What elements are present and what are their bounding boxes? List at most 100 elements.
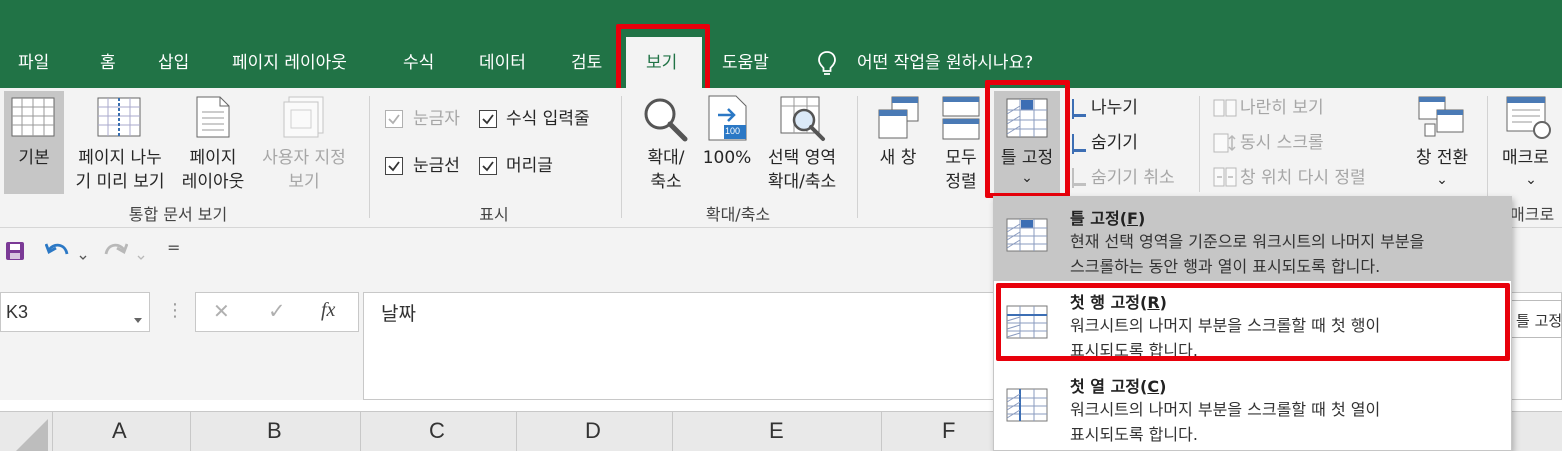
custom-views-label-1: 사용자 지정 <box>262 148 346 168</box>
custom-views-icon <box>283 96 325 142</box>
lightbulb-icon <box>817 50 837 82</box>
freeze-panes-menu-icon <box>1006 218 1048 256</box>
sync-scroll-label: 동시 스크롤 <box>1240 133 1324 153</box>
column-header-e[interactable]: E <box>769 418 784 444</box>
split-label[interactable]: 나누기 <box>1091 96 1138 120</box>
formula-bar-splitter-icon[interactable]: ⋮ <box>166 300 184 321</box>
undo-dropdown-icon[interactable] <box>79 246 87 265</box>
tab-home[interactable]: 홈 <box>100 50 116 76</box>
redo-icon <box>102 240 129 266</box>
confirm-entry-icon[interactable]: ✓ <box>268 299 286 323</box>
highlight-view-tab <box>616 24 710 96</box>
tell-me-search[interactable]: 어떤 작업을 원하시나요? <box>857 50 1033 76</box>
menu-item-title: 틀 고정(F) <box>1070 205 1145 229</box>
column-header-b[interactable]: B <box>267 418 282 444</box>
column-divider <box>881 411 882 451</box>
zoom-100-label: 100% <box>702 148 752 168</box>
zoom-selection-label-2: 확대/축소 <box>767 172 837 192</box>
reset-window-position-label: 창 위치 다시 정렬 <box>1240 168 1366 188</box>
column-divider <box>52 411 53 451</box>
reset-window-position-icon <box>1213 167 1237 191</box>
highlight-freeze-panes <box>985 80 1070 198</box>
group-separator <box>621 96 622 218</box>
tab-page-layout[interactable]: 페이지 레이아웃 <box>232 50 347 76</box>
page-layout-icon[interactable] <box>196 96 230 142</box>
tab-insert[interactable]: 삽입 <box>158 50 189 76</box>
side-by-side-label: 나란히 보기 <box>1240 98 1324 118</box>
undo-icon[interactable] <box>44 240 71 266</box>
group-label-workbook-views: 통합 문서 보기 <box>128 205 228 224</box>
column-header-a[interactable]: A <box>112 418 127 444</box>
select-all-corner[interactable] <box>0 411 52 451</box>
column-header-c[interactable]: C <box>429 418 445 444</box>
menu-item-desc: 현재 선택 영역을 기준으로 워크시트의 나머지 부분을 <box>1070 232 1425 251</box>
group-label-zoom: 확대/축소 <box>705 205 771 224</box>
arrange-all-icon[interactable] <box>942 96 980 144</box>
menu-item-title-text: 틀 고정( <box>1070 209 1128 228</box>
group-separator <box>1199 96 1200 192</box>
insert-function-icon[interactable]: fx <box>321 299 335 322</box>
tab-help[interactable]: 도움말 <box>722 50 769 76</box>
menu-item-desc: 워크시트의 나머지 부분을 스크롤할 때 첫 열이 <box>1070 400 1381 419</box>
group-label-show: 표시 <box>479 205 509 224</box>
magnifier-icon[interactable] <box>642 96 688 146</box>
column-header-d[interactable]: D <box>585 418 601 444</box>
tab-file[interactable]: 파일 <box>18 50 49 76</box>
tab-formulas[interactable]: 수식 <box>403 50 434 76</box>
unhide-label: 숨기기 취소 <box>1091 168 1175 188</box>
menu-item-title: 첫 열 고정(C) <box>1070 373 1166 397</box>
page-break-label-2: 기 미리 보기 <box>75 172 165 192</box>
column-divider <box>672 411 673 451</box>
customize-qat-icon[interactable]: = <box>167 238 180 257</box>
switch-windows-icon[interactable] <box>1418 96 1464 144</box>
new-window-icon[interactable] <box>878 96 920 144</box>
column-divider <box>190 411 191 451</box>
arrange-all-label-2: 정렬 <box>945 172 977 192</box>
column-divider <box>516 411 517 451</box>
tab-data[interactable]: 데이터 <box>479 50 526 76</box>
menu-item-title-close: ) <box>1137 209 1146 228</box>
switch-windows-chevron-icon: ⌄ <box>1436 172 1448 188</box>
cancel-entry-icon[interactable]: ✕ <box>213 299 230 323</box>
hide-icon[interactable] <box>1072 134 1086 158</box>
page-layout-label-2: 레이아웃 <box>181 172 245 192</box>
tab-review[interactable]: 검토 <box>571 50 602 76</box>
headings-checkbox[interactable] <box>479 157 497 175</box>
hide-label[interactable]: 숨기기 <box>1091 131 1138 155</box>
zoom-100-badge: 100 <box>725 126 741 136</box>
name-box-dropdown-icon[interactable] <box>134 309 142 328</box>
macros-icon[interactable] <box>1506 96 1552 144</box>
group-separator <box>857 96 858 218</box>
name-box[interactable]: K3 <box>0 292 150 332</box>
page-break-preview-icon[interactable] <box>97 97 141 141</box>
custom-views-label-2: 보기 <box>288 172 320 192</box>
zoom-label-1: 확대/ <box>647 148 685 168</box>
gridlines-checkbox[interactable] <box>385 157 403 175</box>
zoom-label-2: 축소 <box>650 172 682 192</box>
menu-item-desc: 스크롤하는 동안 행과 열이 표시되도록 합니다. <box>1070 257 1381 276</box>
split-icon[interactable] <box>1072 99 1086 123</box>
side-by-side-icon <box>1213 99 1237 121</box>
formula-bar-checkbox[interactable] <box>479 110 497 128</box>
ruler-checkbox[interactable] <box>385 110 403 128</box>
formula-input-value: 날짜 <box>381 303 416 325</box>
menu-item-title-text: 첫 열 고정( <box>1070 377 1148 396</box>
menu-item-title-close: ) <box>1159 377 1167 396</box>
save-icon[interactable] <box>5 241 25 265</box>
redo-dropdown-icon <box>137 246 145 265</box>
highlight-freeze-top-row <box>996 283 1510 361</box>
macros-label: 매크로 <box>1502 148 1549 168</box>
zoom-100-icon[interactable]: 100 <box>708 95 748 141</box>
formula-buttons: ✕ ✓ fx <box>195 292 359 332</box>
headings-label: 머리글 <box>506 156 553 176</box>
switch-windows-label: 창 전환 <box>1415 148 1469 168</box>
column-header-f[interactable]: F <box>942 418 955 444</box>
normal-view-label: 기본 <box>18 148 50 168</box>
column-divider <box>360 411 361 451</box>
page-break-label-1: 페이지 나누 <box>78 148 162 168</box>
zoom-selection-label-1: 선택 영역 <box>768 148 836 168</box>
arrange-all-label-1: 모두 <box>945 148 977 168</box>
tooltip-peek: 틀 고정 <box>1510 300 1562 338</box>
zoom-to-selection-icon[interactable] <box>780 96 826 146</box>
page-layout-label-1: 페이지 <box>189 148 237 168</box>
